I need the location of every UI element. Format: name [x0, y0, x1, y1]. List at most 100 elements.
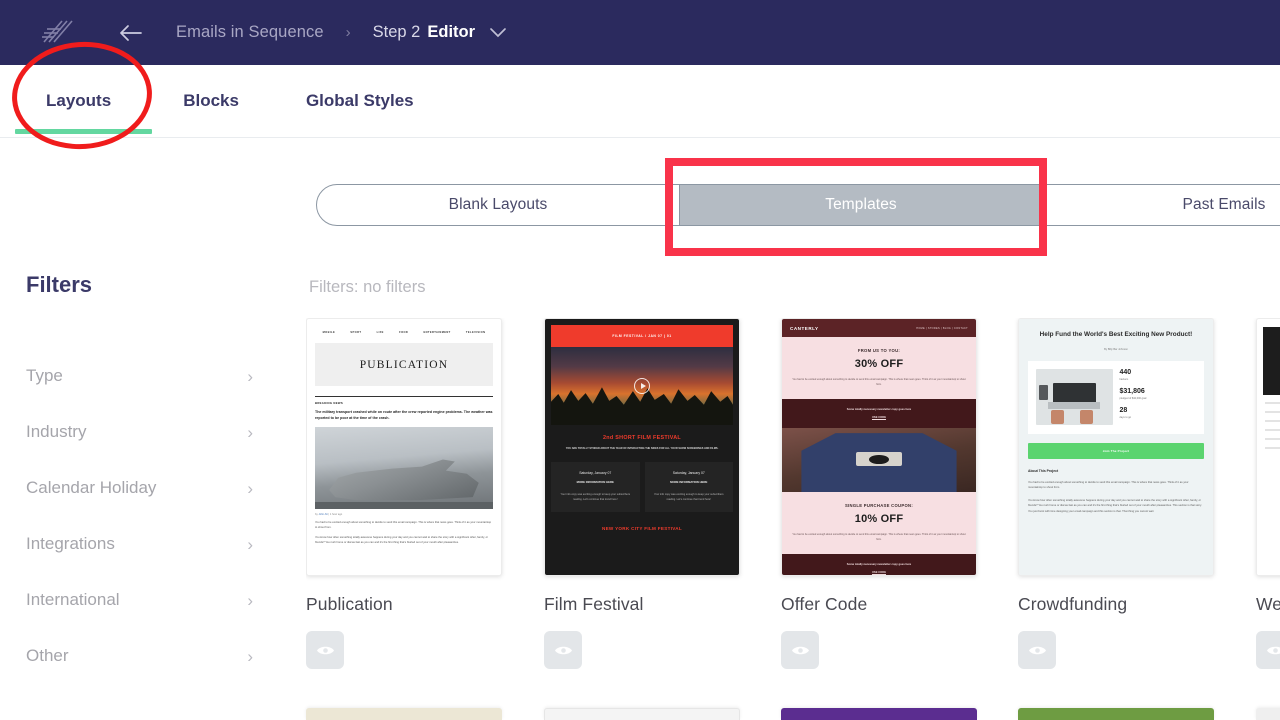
template-thumbnail[interactable]: FILM FESTIVAL / JAN 07 | 01 2nd SHORT FI… [544, 318, 740, 576]
sidebar-item-industry[interactable]: Industry › [26, 404, 253, 460]
filters-heading: Filters [26, 272, 93, 297]
thumb-photo-camera [782, 428, 976, 492]
template-card-partial[interactable]: We [1256, 318, 1280, 669]
band-cta: USE CODE [871, 571, 887, 574]
active-tab-underline [15, 129, 152, 134]
template-card-row2-4[interactable] [1018, 708, 1214, 720]
thumb-nav-item: MOBILE [322, 331, 336, 334]
thumb-heading: 2nd SHORT FILM FESTIVAL [602, 435, 682, 441]
thumb-header-band: CANTERLY HOME | STORES | BLOG | CONTACT [782, 319, 976, 337]
eye-icon [791, 646, 809, 654]
sidebar-item-integrations[interactable]: Integrations › [26, 516, 253, 572]
band-text: Some totally necessary newsletter copy g… [846, 408, 912, 411]
stat-value: 440 [1119, 368, 1132, 376]
thumb-about-heading: About This Project [1028, 468, 1059, 473]
sidebar-item-type[interactable]: Type › [26, 348, 253, 404]
segment-templates[interactable]: Templates [680, 185, 1043, 225]
thumb-body-1: You had to be excited enough about somet… [315, 521, 492, 529]
offer-body: You had to be excited enough about somet… [792, 533, 966, 541]
preview-button[interactable] [1256, 631, 1280, 669]
thumb-masthead: PUBLICATION [315, 343, 493, 386]
thumb-body-2: You know how often something totally awe… [315, 535, 488, 544]
column-body: Your info copy was exciting enough to ke… [653, 492, 724, 502]
offer-label: FROM US TO YOU: [857, 348, 901, 353]
column-meta: MORE INFORMATION HERE [670, 479, 708, 484]
thumb-kicker: BREAKING NEWS [315, 401, 343, 405]
template-thumbnail[interactable]: CANTERLY HOME | STORES | BLOG | CONTACT … [781, 318, 977, 576]
sidebar-item-calendar-holiday[interactable]: Calendar Holiday › [26, 460, 253, 516]
template-card-publication[interactable]: MOBILE SPORT LIFE FOOD ENTERTAINMENT TEL… [306, 318, 502, 669]
segment-blank-layouts[interactable]: Blank Layouts [317, 185, 680, 225]
template-card-crowdfunding[interactable]: Help Fund the World's Best Exciting New … [1018, 318, 1214, 669]
band-cta: USE CODE [871, 416, 887, 419]
template-card-row2-1[interactable] [306, 708, 502, 720]
thumb-column: Saturday, January 07 MORE INFORMATION HE… [644, 461, 733, 512]
breadcrumb-parent[interactable]: Emails in Sequence [176, 23, 324, 42]
thumb-header-band: FILM FESTIVAL / JAN 07 | 01 [551, 325, 733, 347]
template-thumbnail[interactable]: Help Fund the World's Best Exciting New … [1018, 318, 1214, 576]
byline-time: 1 hour ago [329, 513, 343, 517]
thumb-photo-forest [551, 347, 733, 425]
offer-label: SINGLE PURCHASE COUPON: [844, 503, 914, 508]
column-date: Saturday, January 07 [579, 470, 612, 475]
stat-label: pledged of $42,000 goal [1119, 396, 1147, 400]
template-card-row2-2[interactable] [544, 708, 740, 720]
preview-button[interactable] [781, 631, 819, 669]
card-title: We [1256, 594, 1280, 614]
card-title: Publication [306, 594, 393, 614]
thumb-masthead-text: PUBLICATION [359, 358, 449, 371]
thumb-offer-2: SINGLE PURCHASE COUPON: 10% OFF You had … [782, 492, 976, 554]
thumb-header-text: FILM FESTIVAL / JAN 07 | 01 [612, 334, 672, 338]
segment-past-emails[interactable]: Past Emails [1043, 185, 1280, 225]
sidebar-item-other[interactable]: Other › [26, 628, 253, 684]
thumb-brand: CANTERLY [790, 325, 819, 331]
tab-global-styles[interactable]: Global Styles [306, 65, 414, 138]
thumb-nav-item: SPORT [350, 331, 362, 334]
chevron-down-icon[interactable] [489, 27, 507, 38]
thumb-divider [315, 396, 493, 397]
template-card-film-festival[interactable]: FILM FESTIVAL / JAN 07 | 01 2nd SHORT FI… [544, 318, 740, 669]
thumb-byline: by John Alt | 1 hour ago [315, 513, 343, 517]
stat-label: backers [1119, 377, 1129, 381]
column-meta: MORE INFORMATION HERE [576, 479, 614, 484]
thumb-cta-button: Join The Project [1028, 442, 1204, 459]
band-text: Some totally necessary newsletter copy g… [846, 563, 912, 566]
eye-icon [1028, 646, 1046, 654]
thumb-stats: 440 backers $31,806 pledged of $42,000 g… [1120, 369, 1197, 426]
template-card-offer-code[interactable]: CANTERLY HOME | STORES | BLOG | CONTACT … [781, 318, 977, 669]
template-card-row2-5[interactable] [1256, 708, 1280, 720]
layout-source-segmented-control: Blank Layouts Templates Past Emails [316, 184, 1280, 226]
tab-blocks[interactable]: Blocks [183, 65, 239, 138]
filter-label: Type [26, 366, 63, 385]
card-title: Offer Code [781, 594, 868, 614]
thumb-nav: HOME | STORES | BLOG | CONTACT [916, 326, 968, 330]
template-thumbnail[interactable]: MOBILE SPORT LIFE FOOD ENTERTAINMENT TEL… [306, 318, 502, 576]
stat-item: 28 days to go [1120, 407, 1197, 419]
preview-button[interactable] [1018, 631, 1056, 669]
thumb-nav-item: TELEVISION [465, 331, 486, 334]
filter-label: International [26, 590, 120, 609]
arrow-left-icon[interactable] [118, 20, 144, 46]
column-body: Your info copy was exciting enough to ke… [560, 492, 631, 502]
sidebar-item-international[interactable]: International › [26, 572, 253, 628]
card-title: Crowdfunding [1018, 594, 1128, 614]
stat-item: $31,806 pledged of $42,000 goal [1120, 388, 1197, 400]
preview-button[interactable] [306, 631, 344, 669]
thumb-column: Saturday, January 07 MORE INFORMATION HE… [551, 461, 640, 512]
template-card-row2-3[interactable] [781, 708, 977, 720]
template-thumbnail[interactable] [1256, 318, 1280, 576]
thumb-about-p2: You know how often something totally awe… [1028, 498, 1202, 513]
byline-author: John Alt [318, 513, 328, 517]
stat-item: 440 backers [1120, 369, 1197, 381]
preview-button[interactable] [544, 631, 582, 669]
chevron-right-icon: › [247, 366, 253, 386]
card-title: Film Festival [544, 594, 644, 614]
stat-value: 28 [1119, 406, 1128, 414]
column-date: Saturday, January 07 [672, 470, 705, 475]
template-grid-row-2 [306, 708, 1280, 720]
thumb-columns: Saturday, January 07 MORE INFORMATION HE… [551, 461, 733, 512]
tab-layouts[interactable]: Layouts [46, 65, 111, 138]
slash-lines-logo-icon[interactable] [40, 18, 74, 48]
thumb-about-p1: You had to be excited enough about somet… [1028, 480, 1189, 490]
play-circle-icon [634, 378, 650, 394]
